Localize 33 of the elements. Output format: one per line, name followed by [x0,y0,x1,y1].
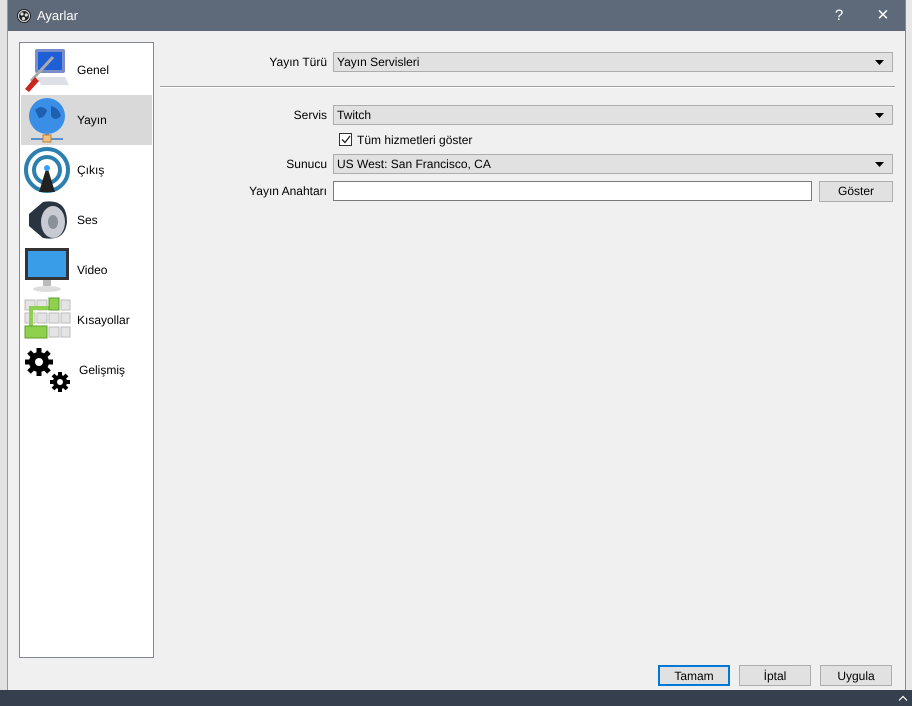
antenna-signal-icon [23,146,71,194]
show-button[interactable]: Göster [819,180,893,202]
sidebar-item[interactable]: Kısayollar [21,295,152,345]
stream-key-field[interactable] [333,181,812,201]
field-label: Sunucu [285,157,328,171]
field-label: Yayın Türü [268,55,328,69]
sidebar-item[interactable]: Çıkış [21,145,152,195]
monitor-icon [23,246,71,294]
sidebar-item[interactable]: Ses [21,195,152,245]
dialog-button[interactable]: Uygula [820,665,892,686]
sidebar-item[interactable]: Gelişmiş [21,345,152,395]
sidebar-item[interactable]: Yayın [21,95,152,145]
gears-icon [23,346,73,394]
server-dropdown[interactable]: US West: San Francisco, CA [333,154,893,174]
help-button[interactable]: ? [817,7,861,24]
close-button[interactable]: × [861,4,905,27]
window-title: Ayarlar [37,8,79,23]
dropdown-arrow-icon [875,112,884,118]
stream-type-dropdown[interactable]: Yayın Servisleri [333,52,893,72]
app-logo-icon [17,8,31,22]
field-label: Yayın Anahtarı [248,184,328,198]
checkbox[interactable] [339,133,352,146]
sidebar-item[interactable]: Genel [21,45,152,95]
dialog-button[interactable]: İptal [739,665,811,686]
dropdown-arrow-icon [875,162,884,166]
computer-screwdriver-icon [23,47,71,93]
sidebar-item[interactable]: Video [21,245,152,295]
checkbox-label: Tüm hizmetleri göster [357,132,472,146]
field-label: Servis [292,108,328,122]
dropdown-arrow-icon [875,60,884,64]
service-dropdown[interactable]: Twitch [333,105,893,125]
chevron-up-icon[interactable] [898,695,908,701]
dialog-button[interactable]: Tamam [658,665,730,686]
